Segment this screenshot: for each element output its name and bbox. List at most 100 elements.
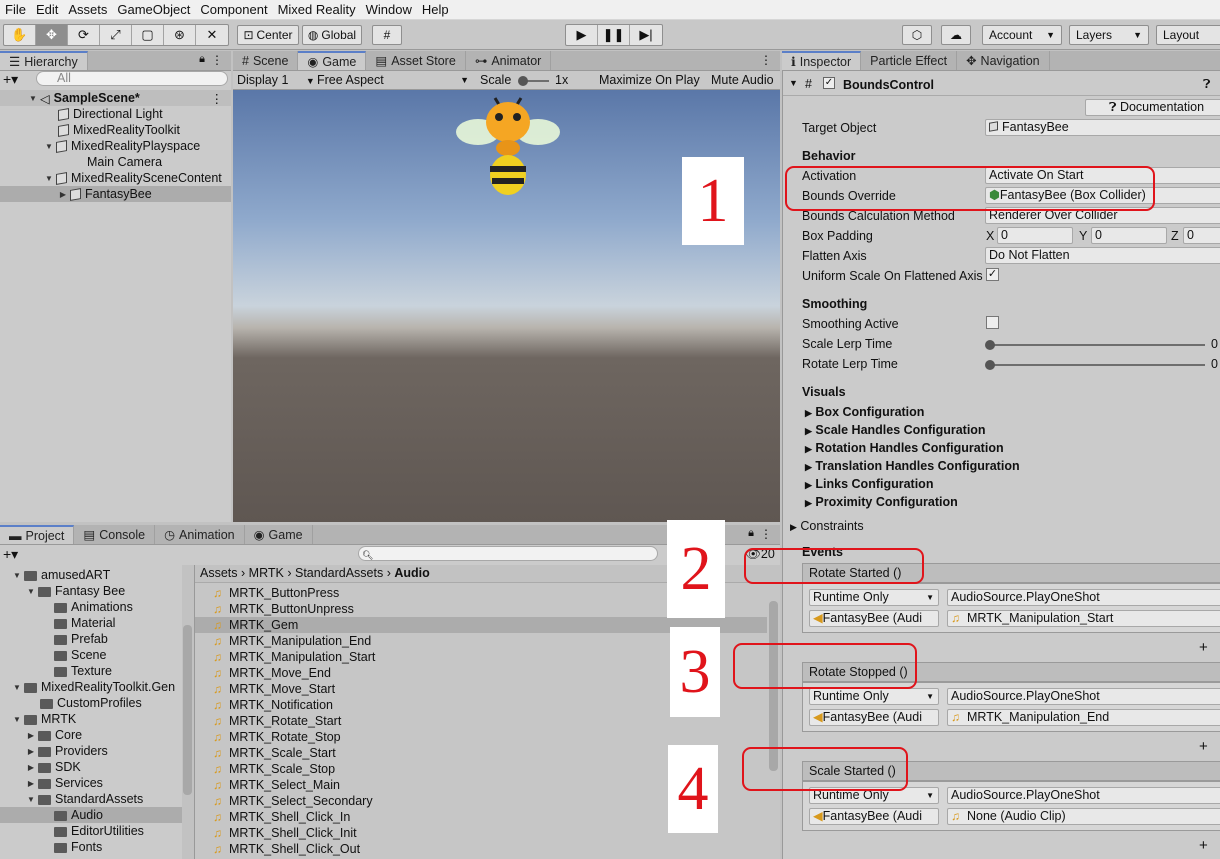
menu-edit[interactable]: Edit [31,0,63,20]
pad-z-input[interactable]: 0 [1183,227,1220,244]
expand-arrow-icon[interactable]: ▼ [28,94,38,103]
menu-help[interactable]: Help [417,0,454,20]
hand-tool-icon[interactable]: ✋ [4,25,36,45]
aspect-dropdown[interactable]: Free Aspect ▼ [317,73,471,87]
tree-item[interactable]: ▶ Core [0,727,182,743]
menu-component[interactable]: Component [195,0,272,20]
tab-asset-store[interactable]: ▤ Asset Store [366,51,466,70]
tree-item[interactable]: Prefab [0,631,182,647]
tab-navigation[interactable]: ✥ Navigation [957,51,1050,70]
hierarchy-item[interactable]: ▼ MixedRealitySceneContent [0,170,231,186]
collab-button[interactable]: ⬡ [902,25,932,45]
tree-scrollbar[interactable] [183,625,192,795]
documentation-button[interactable]: ❓︎ Documentation [1085,99,1220,116]
global-button[interactable]: ◍ Global [302,25,362,45]
step-icon[interactable]: ▶| [630,25,662,45]
tab-project[interactable]: ▬ Project [0,525,75,544]
event-object-field[interactable]: ◀FantasyBee (Audi [809,610,939,627]
foldout-links[interactable]: ▶ Links Configuration [805,477,933,491]
tab-game[interactable]: ◉ Game [298,51,367,70]
scene-row[interactable]: ▼ ◁ SampleScene* ⋮ [0,90,231,106]
tree-item-selected[interactable]: Audio [0,807,182,823]
tree-item[interactable]: Fonts [0,839,182,855]
cloud-button[interactable]: ☁ [941,25,971,45]
event-object-field[interactable]: ◀FantasyBee (Audi [809,709,939,726]
runtime-mode-dropdown[interactable]: Runtime Only ▼ [809,589,939,606]
tab-game-bottom[interactable]: ◉ Game [245,525,313,544]
tree-item[interactable]: ▼ amusedART [0,567,182,583]
tree-item[interactable]: Material [0,615,182,631]
uniform-scale-checkbox[interactable]: ✓ [986,268,999,281]
layers-dropdown[interactable]: Layers ▼ [1069,25,1149,45]
expand-arrow-icon[interactable]: ▼ [44,174,54,183]
kebab-menu-icon[interactable]: ⋮ [211,53,223,67]
rotate-tool-icon[interactable]: ⟳ [68,25,100,45]
event-object-field[interactable]: ◀FantasyBee (Audi [809,808,939,825]
function-dropdown[interactable]: AudioSource.PlayOneShot [947,589,1220,606]
target-object-field[interactable]: FantasyBee [985,119,1220,136]
rotate-lerp-value[interactable]: 0 [1211,357,1218,371]
add-icon[interactable]: +▾ [3,71,18,88]
foldout-rotation-handles[interactable]: ▶ Rotation Handles Configuration [805,441,1004,455]
pause-icon[interactable]: ❚❚ [598,25,630,45]
project-search-input[interactable]: 🔍︎ [358,546,658,561]
scale-slider-knob[interactable] [518,76,528,86]
tab-animator[interactable]: ⊶ Animator [466,51,552,70]
move-tool-icon[interactable]: ✥ [36,25,68,45]
expand-arrow-icon[interactable]: ▼ [44,142,54,151]
rect-tool-icon[interactable]: ▢ [132,25,164,45]
add-event-icon[interactable]: + [1199,639,1208,656]
transform-tool-icon[interactable]: ⊛ [164,25,196,45]
maximize-on-play-toggle[interactable]: Maximize On Play [599,73,700,87]
menu-window[interactable]: Window [361,0,417,20]
function-dropdown[interactable]: AudioSource.PlayOneShot [947,787,1220,804]
game-viewport[interactable] [233,90,780,522]
tree-item[interactable]: ▼ MixedRealityToolkit.Gen [0,679,182,695]
hierarchy-search-input[interactable]: All [36,71,228,86]
kebab-menu-icon[interactable]: ⋮ [760,527,772,541]
scale-tool-icon[interactable]: ⤢ [100,25,132,45]
tree-item[interactable]: CustomProfiles [0,695,182,711]
pad-y-input[interactable]: 0 [1091,227,1167,244]
foldout-box-config[interactable]: ▶ Box Configuration [805,405,924,419]
rotate-lerp-slider[interactable] [990,364,1205,366]
collapse-arrow-icon[interactable]: ▼ [789,78,798,88]
mute-audio-toggle[interactable]: Mute Audio [711,73,774,87]
scale-lerp-knob[interactable] [985,340,995,350]
tree-item[interactable]: ▶ Providers [0,743,182,759]
tab-console[interactable]: ▤ Console [74,525,156,544]
add-event-icon[interactable]: + [1199,837,1208,854]
tree-item[interactable]: EditorUtilities [0,823,182,839]
foldout-proximity[interactable]: ▶ Proximity Configuration [805,495,958,509]
menu-mixed-reality[interactable]: Mixed Reality [273,0,361,20]
menu-gameobject[interactable]: GameObject [112,0,195,20]
kebab-menu-icon[interactable]: ⋮ [211,91,224,106]
function-dropdown[interactable]: AudioSource.PlayOneShot [947,688,1220,705]
menu-assets[interactable]: Assets [63,0,112,20]
foldout-scale-handles[interactable]: ▶ Scale Handles Configuration [805,423,986,437]
tree-item[interactable]: Animations [0,599,182,615]
foldout-translation-handles[interactable]: ▶ Translation Handles Configuration [805,459,1020,473]
event-argument-field[interactable]: ♫ MRTK_Manipulation_Start [947,610,1220,627]
tab-hierarchy[interactable]: ☰ Hierarchy [0,51,88,70]
hierarchy-item-selected[interactable]: ▶ FantasyBee [0,186,231,202]
hierarchy-item[interactable]: Directional Light [0,106,231,122]
add-event-icon[interactable]: + [1199,738,1208,755]
tab-inspector[interactable]: ℹ Inspector [782,51,862,70]
event-argument-field[interactable]: ♫ None (Audio Clip) [947,808,1220,825]
account-dropdown[interactable]: Account ▼ [982,25,1062,45]
tab-scene[interactable]: # Scene [233,51,299,70]
kebab-menu-icon[interactable]: ⋮ [760,53,772,67]
tree-item[interactable]: ▶ SDK [0,759,182,775]
pad-x-input[interactable]: 0 [997,227,1073,244]
component-enable-checkbox[interactable]: ✓ [823,77,835,89]
runtime-mode-dropdown[interactable]: Runtime Only ▼ [809,688,939,705]
rotate-lerp-knob[interactable] [985,360,995,370]
custom-tool-icon[interactable]: ✕ [196,25,228,45]
tab-animation[interactable]: ◷ Animation [155,525,245,544]
play-icon[interactable]: ▶ [566,25,598,45]
event-argument-field[interactable]: ♫ MRTK_Manipulation_End [947,709,1220,726]
lock-icon[interactable]: 🔒︎ [748,527,754,540]
tree-item[interactable]: Texture [0,663,182,679]
hierarchy-item[interactable]: MixedRealityToolkit [0,122,231,138]
